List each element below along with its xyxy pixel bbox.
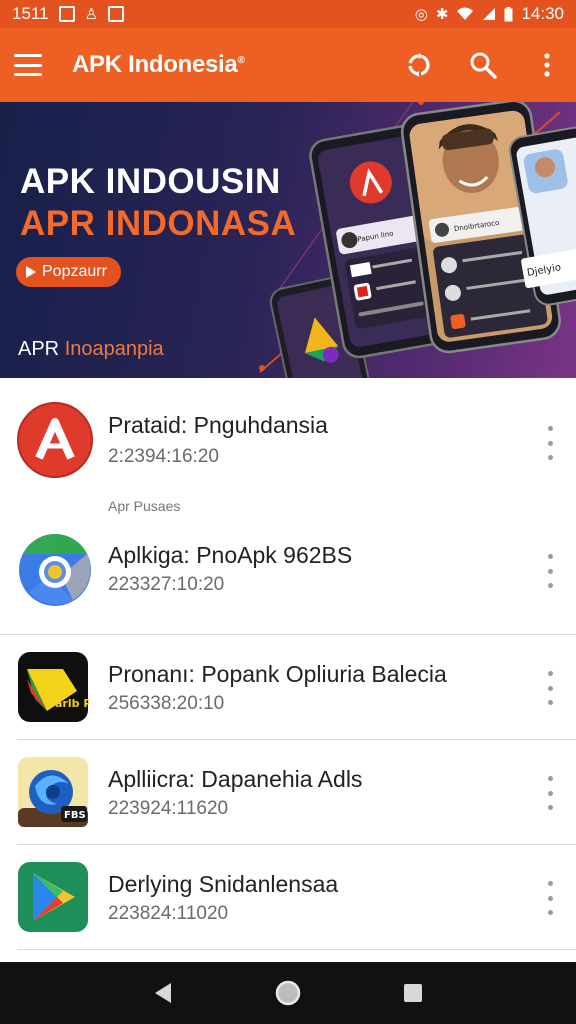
icon-text: arlb PFY xyxy=(55,697,89,710)
promo-banner[interactable]: Papun lino Dnoibrtaroco Djelyio APK INDO… xyxy=(0,102,576,378)
more-vert-icon[interactable] xyxy=(540,554,560,588)
screen: 1511 ♙ ◎ ✱ 14:30 APK Indonesia® Papun li… xyxy=(0,0,576,1024)
signal-icon xyxy=(483,8,496,20)
list-item[interactable]: FBS Aplliicra: Dapanehia Adls 223924:116… xyxy=(0,740,576,844)
app-title: Prataid: Pnguhdansia xyxy=(108,412,328,438)
status-bar: 1511 ♙ ◎ ✱ 14:30 xyxy=(0,0,576,28)
app-title: Aplkiga: PnoApk 962BS xyxy=(108,542,353,568)
more-vert-icon[interactable] xyxy=(540,776,560,810)
banner-headline: APK INDOUSIN xyxy=(20,162,281,201)
app-subtitle: 223327:10:20 xyxy=(108,574,225,595)
sync-icon[interactable] xyxy=(404,50,434,80)
app-title: APK Indonesia® xyxy=(72,51,245,79)
banner-footer-accent: Inoapanpia xyxy=(64,338,164,360)
more-vert-icon[interactable] xyxy=(540,426,560,460)
play-arrow-logo-icon: arlb PFY xyxy=(17,651,108,723)
registered-mark: ® xyxy=(237,55,245,66)
app-subtitle: 223824:11020 xyxy=(108,903,229,924)
back-icon[interactable] xyxy=(143,973,183,1013)
app-title: Derlying Snidanlensaa xyxy=(108,871,339,897)
system-nav-bar xyxy=(0,962,576,1024)
banner-subheadline: APR INDONASA xyxy=(20,204,297,243)
blue-swirl-logo-icon: FBS xyxy=(17,756,89,828)
search-icon[interactable] xyxy=(468,50,498,80)
banner-footer-prefix: APR xyxy=(18,338,65,360)
image-icon xyxy=(58,6,75,22)
app-bar: APK Indonesia® xyxy=(0,28,576,102)
list-item[interactable]: Prataid: Pnguhdansia 2:2394:16:20 Apr Pu… xyxy=(0,378,576,518)
section-label: Apr Pusaes xyxy=(108,498,181,514)
square-icon xyxy=(108,6,125,22)
chrome-logo-icon xyxy=(17,532,93,608)
list-item[interactable]: Aplkiga: PnoApk 962BS 223327:10:20 xyxy=(0,518,576,634)
play-icon xyxy=(26,266,36,278)
more-vert-icon[interactable] xyxy=(540,881,560,915)
menu-icon[interactable] xyxy=(14,54,42,76)
icon-text: FBS xyxy=(64,810,86,821)
more-vert-icon[interactable] xyxy=(540,671,560,705)
home-icon[interactable] xyxy=(268,973,308,1013)
list-item[interactable]: Derlying Snidanlensaa 223824:11020 xyxy=(0,845,576,949)
person-icon: ♙ xyxy=(84,5,99,23)
banner-button-label: Popzaurr xyxy=(42,263,107,280)
wifi-icon xyxy=(457,7,474,20)
list-item[interactable]: arlb PFY Pronanı: Popank Opliuria Baleci… xyxy=(0,635,576,739)
bluetooth-icon: ✱ xyxy=(435,5,449,23)
banner-footer: APR Inoapanpia xyxy=(18,338,164,361)
more-vert-icon[interactable] xyxy=(532,50,562,80)
app-title-text: APK Indonesia xyxy=(72,51,238,78)
app-subtitle: 2:2394:16:20 xyxy=(108,446,219,467)
status-time-left: 1511 xyxy=(12,4,49,23)
app-title: Aplliicra: Dapanehia Adls xyxy=(108,766,363,792)
divider xyxy=(17,949,576,950)
recents-icon[interactable] xyxy=(393,973,433,1013)
battery-icon xyxy=(504,6,513,21)
app-subtitle: 223924:11620 xyxy=(108,798,229,819)
app-subtitle: 256338:20:10 xyxy=(108,693,225,714)
red-a-logo-icon xyxy=(17,402,93,478)
play-store-logo-icon xyxy=(17,861,89,933)
status-time-right: 14:30 xyxy=(521,4,564,23)
alarm-icon: ◎ xyxy=(414,5,428,23)
banner-play-button[interactable]: Popzaurr xyxy=(16,257,121,287)
app-title: Pronanı: Popank Opliuria Balecia xyxy=(108,661,447,687)
